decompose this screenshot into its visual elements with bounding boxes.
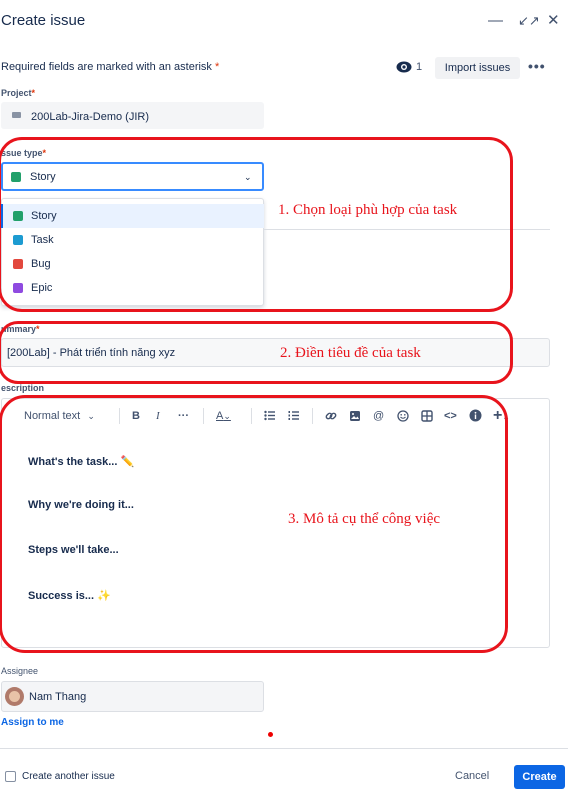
annotation-step3: 3. Mô tả cụ thể công việc [288, 511, 441, 527]
import-issues-button[interactable]: Import issues [435, 57, 520, 79]
required-fields-note: Required fields are marked with an aster… [1, 61, 219, 73]
project-asterisk: * [31, 88, 36, 98]
watch-count: 1 [416, 61, 423, 73]
project-label: Project* [1, 88, 35, 98]
cancel-button[interactable]: Cancel [455, 770, 489, 782]
create-another-label: Create another issue [22, 771, 115, 782]
watch-eye-icon[interactable] [396, 60, 412, 74]
more-actions-icon[interactable]: ••• [528, 58, 546, 74]
description-label: escription [1, 383, 45, 393]
dialog-title: Create issue [1, 12, 86, 29]
annotation-step2: 2. Điền tiêu đề của task [280, 345, 421, 361]
project-label-text: Project [1, 88, 32, 98]
required-note-text: Required fields are marked with an aster… [1, 61, 212, 73]
avatar [5, 687, 24, 706]
avatar-face [9, 691, 20, 702]
create-button[interactable]: Create [514, 765, 565, 789]
annotation-dot [268, 732, 273, 737]
create-another-checkbox[interactable] [5, 771, 16, 782]
assign-to-me-link[interactable]: Assign to me [1, 717, 64, 728]
assignee-label: Assignee [1, 666, 39, 676]
project-avatar-icon [12, 112, 21, 118]
minimize-icon[interactable]: — [488, 12, 503, 30]
footer-divider [0, 748, 568, 749]
project-value: 200Lab-Jira-Demo (JIR) [31, 111, 149, 123]
annotation-box-step1 [0, 137, 513, 312]
close-icon[interactable]: ✕ [547, 12, 560, 30]
assignee-value: Nam Thang [29, 691, 87, 703]
annotation-box-step2 [0, 321, 513, 384]
annotation-step1: 1. Chọn loại phù hợp của task [278, 202, 458, 218]
required-asterisk: * [215, 61, 220, 73]
expand-icon[interactable]: ↙↗ [518, 12, 540, 30]
